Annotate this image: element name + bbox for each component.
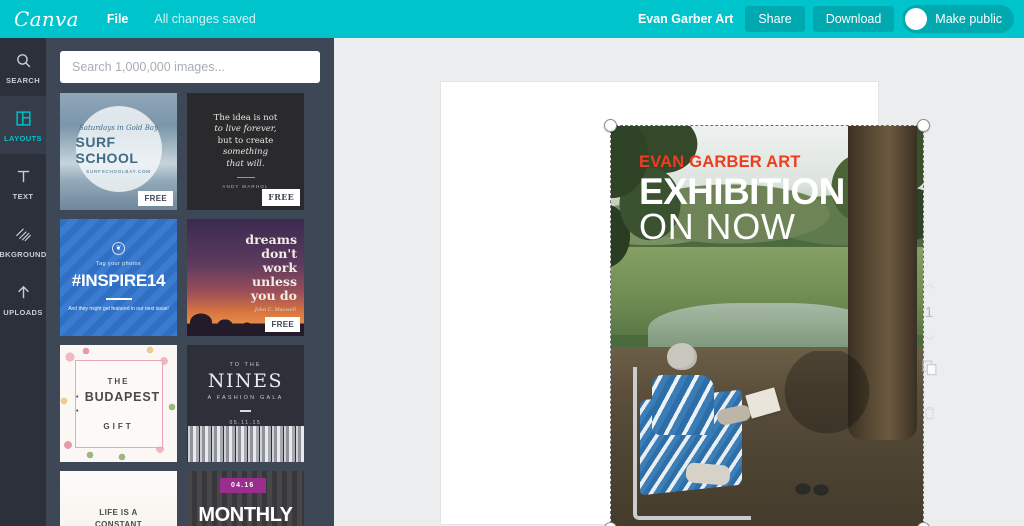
nines-line-2: NINES <box>207 370 284 392</box>
chevron-up-icon[interactable] <box>922 278 937 296</box>
template-thumb-surf-school[interactable]: Saturdays in Gold Bay SURF SCHOOL SURFSC… <box>60 93 177 210</box>
trash-icon[interactable] <box>922 405 937 426</box>
upload-arrow-icon <box>15 282 32 304</box>
budapest-line-2: · BUDAPEST · <box>75 389 160 418</box>
layouts-grid-icon <box>15 108 32 130</box>
monthly-title: MONTHLY <box>198 504 293 526</box>
template-thumb-dreams[interactable]: dreams don't work unless you do John C. … <box>187 219 304 336</box>
sidebar-label-background: TEXT <box>12 191 34 201</box>
divider <box>105 297 132 300</box>
sidebar-label-bkground: BKGROUND <box>0 249 47 259</box>
sidebar-item-layouts[interactable]: LAYOUTS <box>0 96 46 154</box>
header-actions: Evan Garber Art Share Download Make publ… <box>638 5 1024 33</box>
monthly-date-tag: 04.16 <box>220 478 266 493</box>
sidebar-label-search: SEARCH <box>5 75 41 85</box>
budapest-line-1: THE <box>107 376 130 386</box>
sidebar-item-background[interactable]: BKGROUND <box>0 212 46 270</box>
text-t-icon <box>15 166 32 188</box>
quote-line-1: The idea is not <box>213 112 278 123</box>
person-head <box>667 343 698 371</box>
surf-script-line: Saturdays in Gold Bay <box>78 124 159 133</box>
design-page[interactable]: EVAN GARBER ART EXHIBITION ON NOW <box>441 82 930 526</box>
free-badge: FREE <box>265 317 300 332</box>
shoes-on-ground <box>791 479 832 498</box>
surf-title: SURF SCHOOL <box>75 134 139 167</box>
search-field-wrapper <box>46 38 334 93</box>
nines-text-block: TO THE NINES A FASHION GALA 05.11.15 <box>187 345 304 426</box>
divider <box>240 410 251 412</box>
template-thumb-warhol-quote[interactable]: The idea is not to live forever, but to … <box>187 93 304 210</box>
budapest-line-3: GIFT <box>103 421 134 431</box>
quote-line-5: that will. <box>226 158 265 169</box>
person-torso <box>651 375 714 436</box>
save-status-label: All changes saved <box>154 12 256 26</box>
template-thumb-life-exchange[interactable]: LIFE IS A CONSTANT EXCHANGE — OF — <box>60 471 177 526</box>
free-badge: FREE <box>138 191 173 206</box>
sidebar-item-text[interactable]: TEXT <box>0 154 46 212</box>
toggle-knob <box>905 8 928 30</box>
person-legs <box>685 461 731 486</box>
search-input[interactable] <box>60 51 320 83</box>
surf-url: SURFSCHOOLBAY.COM <box>86 169 151 175</box>
design-subtitle-text[interactable]: ON NOW <box>639 208 909 246</box>
make-public-label: Make public <box>935 12 1002 26</box>
share-button[interactable]: Share <box>745 6 805 32</box>
ground-shadow <box>767 351 874 526</box>
template-thumb-nines[interactable]: TO THE NINES A FASHION GALA 05.11.15 <box>187 345 304 462</box>
chevron-down-icon[interactable] <box>922 329 937 347</box>
design-image-element[interactable]: EVAN GARBER ART EXHIBITION ON NOW <box>611 126 923 526</box>
download-button[interactable]: Download <box>812 6 895 32</box>
hatch-pattern-icon <box>15 224 32 246</box>
life-line-1: LIFE IS A <box>99 508 138 518</box>
template-thumbnail-grid: Saturdays in Gold Bay SURF SCHOOL SURFSC… <box>46 93 334 526</box>
canva-logo[interactable]: Canva <box>14 7 79 31</box>
free-badge: FREE <box>262 189 300 206</box>
canva-editor: Canva File All changes saved Evan Garber… <box>0 0 1024 526</box>
document-title[interactable]: Evan Garber Art <box>638 12 733 26</box>
dreams-quote: dreams don't work unless you do <box>245 232 297 303</box>
design-kicker-text[interactable]: EVAN GARBER ART <box>639 154 909 171</box>
divider <box>236 177 255 179</box>
left-nav-rail: SEARCH LAYOUTS TEXT BKGROUND UPLOADS <box>0 38 46 526</box>
sidebar-label-layouts: LAYOUTS <box>4 133 42 143</box>
surf-badge: Saturdays in Gold Bay SURF SCHOOL SURFSC… <box>75 106 162 193</box>
page-tools-column: 1 <box>912 278 946 438</box>
page-number-label: 1 <box>924 304 934 321</box>
budapest-card: THE · BUDAPEST · GIFT <box>74 359 163 448</box>
template-thumb-inspire14[interactable]: ❦ Tag your photos #INSPIRE14 And they mi… <box>60 219 177 336</box>
template-thumb-budapest[interactable]: THE · BUDAPEST · GIFT <box>60 345 177 462</box>
make-public-toggle[interactable]: Make public <box>902 5 1014 33</box>
sidebar-item-search[interactable]: SEARCH <box>0 38 46 96</box>
file-menu-button[interactable]: File <box>107 12 129 26</box>
top-header-bar: Canva File All changes saved Evan Garber… <box>0 0 1024 38</box>
life-line-2: CONSTANT <box>94 519 143 526</box>
layouts-panel: Saturdays in Gold Bay SURF SCHOOL SURFSC… <box>46 38 334 526</box>
inspire-sub-line: And they might get featured in our next … <box>68 305 169 312</box>
art-deco-pattern <box>187 426 304 462</box>
inspire-tag-line: Tag your photos <box>95 260 142 267</box>
nines-line-1: TO THE <box>229 362 262 368</box>
nines-line-3: A FASHION GALA <box>207 395 284 401</box>
quote-line-3: but to create <box>217 135 274 146</box>
quote-line-2: to live forever, <box>214 124 277 135</box>
quote-line-4: something <box>222 147 269 158</box>
nines-date: 05.11.15 <box>229 419 262 426</box>
ornament-icon: ❦ <box>112 241 125 255</box>
magnifier-icon <box>15 50 32 72</box>
template-thumb-monthly[interactable]: 04.16 MONTHLY <box>187 471 304 526</box>
canvas-workspace[interactable]: EVAN GARBER ART EXHIBITION ON NOW 1 <box>334 38 1024 526</box>
inspire-hashtag: #INSPIRE14 <box>71 270 166 290</box>
design-title-text[interactable]: EXHIBITION <box>639 172 909 211</box>
sidebar-label-uploads: UPLOADS <box>3 307 43 317</box>
duplicate-page-icon[interactable] <box>921 359 938 381</box>
dreams-author: John C. Maxwell <box>254 307 296 313</box>
sidebar-item-uploads[interactable]: UPLOADS <box>0 270 46 328</box>
design-text-block[interactable]: EVAN GARBER ART EXHIBITION ON NOW <box>639 154 909 246</box>
